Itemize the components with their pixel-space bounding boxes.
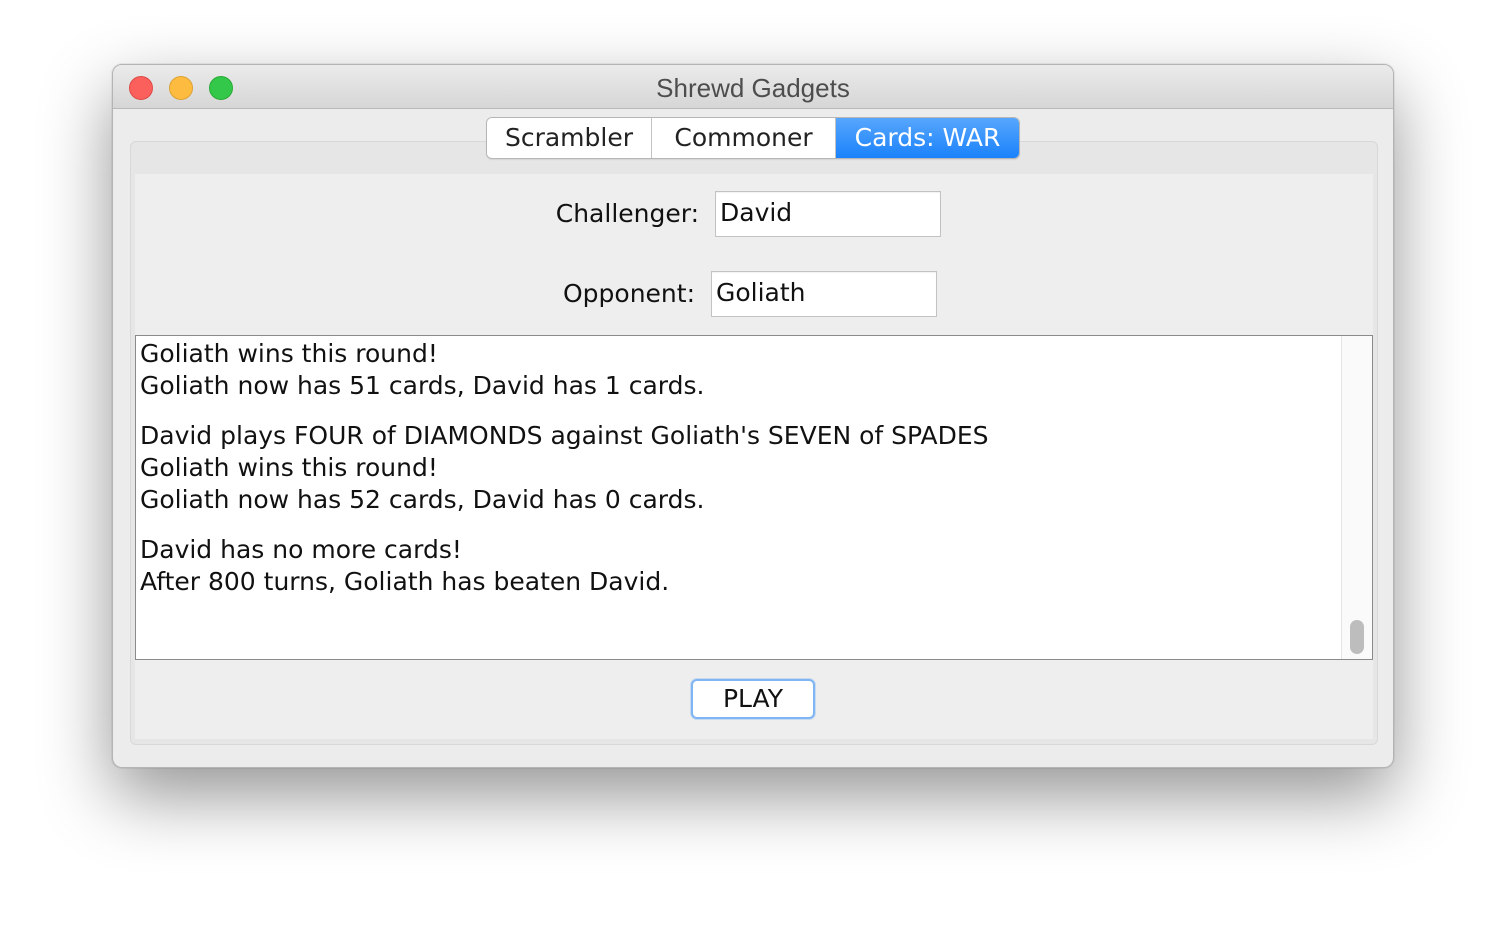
log-blank-line: [140, 516, 1330, 534]
title-bar[interactable]: Shrewd Gadgets: [113, 65, 1393, 109]
log-line: Goliath wins this round!: [140, 453, 438, 482]
play-button[interactable]: PLAY: [691, 679, 815, 719]
log-line: David plays FOUR of DIAMONDS against Gol…: [140, 421, 989, 450]
tab-cards-war[interactable]: Cards: WAR: [835, 118, 1019, 158]
app-window: Shrewd Gadgets Scrambler Commoner Cards:…: [112, 64, 1394, 768]
game-log-textarea[interactable]: Goliath wins this round! Goliath now has…: [135, 335, 1373, 660]
log-line: Goliath wins this round!: [140, 339, 438, 368]
opponent-field[interactable]: Goliath: [711, 271, 937, 317]
tab-scrambler[interactable]: Scrambler: [487, 118, 651, 158]
log-line: David has no more cards!: [140, 535, 462, 564]
log-line: Goliath now has 52 cards, David has 0 ca…: [140, 485, 705, 514]
log-line: Goliath now has 51 cards, David has 1 ca…: [140, 371, 705, 400]
tab-commoner[interactable]: Commoner: [651, 118, 835, 158]
challenger-field[interactable]: David: [715, 191, 941, 237]
challenger-label: Challenger:: [555, 199, 699, 228]
log-blank-line: [140, 402, 1330, 420]
tab-bar: Scrambler Commoner Cards: WAR: [486, 117, 1020, 159]
log-line: After 800 turns, Goliath has beaten Davi…: [140, 567, 670, 596]
scrollbar-thumb[interactable]: [1350, 620, 1364, 654]
opponent-label: Opponent:: [562, 279, 695, 308]
vertical-scrollbar[interactable]: [1341, 336, 1372, 659]
game-log: Goliath wins this round! Goliath now has…: [140, 338, 1330, 598]
window-title: Shrewd Gadgets: [656, 73, 850, 103]
